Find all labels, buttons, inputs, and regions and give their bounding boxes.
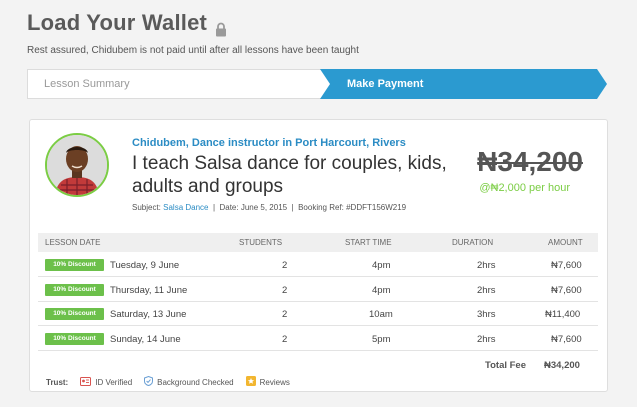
amount: ₦7,600 [551,260,582,271]
trust-id-verified-label: ID Verified [95,377,133,387]
table-row: 10% Discount Sunday, 14 June 2 5pm 2hrs … [38,327,598,351]
lesson-date: Saturday, 13 June [110,309,187,320]
start-time: 5pm [372,334,391,345]
step-make-payment[interactable]: Make Payment [320,69,607,99]
subject-link[interactable]: Salsa Dance [163,203,208,212]
page-subtitle: Rest assured, Chidubem is not paid until… [27,45,359,56]
amount: ₦7,600 [551,285,582,296]
trust-reviews[interactable]: Reviews [245,376,290,388]
step-make-payment-label: Make Payment [347,78,424,90]
table-header: LESSON DATE STUDENTS START TIME DURATION… [38,233,598,252]
lesson-date: Tuesday, 9 June [110,260,180,271]
col-start-time: START TIME [345,238,392,247]
checkout-stepper: Lesson Summary Make Payment [27,69,607,99]
total-fee-label: Total Fee [485,360,526,371]
trust-label: Trust: [46,377,69,387]
reviews-icon [245,376,256,388]
hourly-rate: @₦2,000 per hour [479,182,570,194]
amount: ₦11,400 [545,309,581,320]
subject-label: Subject: [132,203,161,212]
discount-badge: 10% Discount [45,284,104,296]
booking-date: Date: June 5, 2015 [219,203,288,212]
lesson-date: Thursday, 11 June [110,285,188,296]
col-students: STUDENTS [239,238,283,247]
page-title: Load Your Wallet [27,10,227,36]
shield-check-icon [144,375,154,388]
students: 2 [282,309,288,320]
start-time: 4pm [372,260,391,271]
duration: 2hrs [477,260,496,271]
id-card-icon [80,376,92,388]
total-price: ₦34,200 [477,146,583,177]
step-lesson-summary[interactable]: Lesson Summary [27,69,367,99]
table-row: 10% Discount Tuesday, 9 June 2 4pm 2hrs … [38,253,598,277]
trust-background-checked: Background Checked [144,375,234,388]
total-fee-row: Total Fee ₦34,200 [38,358,598,374]
amount: ₦7,600 [551,334,582,345]
lesson-title: I teach Salsa dance for couples, kids, a… [132,153,447,197]
start-time: 4pm [372,285,391,296]
duration: 2hrs [477,334,496,345]
avatar [45,133,109,197]
lock-icon [215,17,227,36]
trust-background-checked-label: Background Checked [157,377,234,387]
duration: 2hrs [477,285,496,296]
trust-reviews-label: Reviews [259,377,290,387]
booking-ref: Booking Ref: #DDFT156W219 [298,203,407,212]
total-fee-value: ₦34,200 [544,360,580,371]
table-row: 10% Discount Saturday, 13 June 2 10am 3h… [38,302,598,326]
lesson-date: Sunday, 14 June [110,334,181,345]
booking-meta: Subject: Salsa Dance | Date: June 5, 201… [132,203,406,212]
discount-badge: 10% Discount [45,308,104,320]
students: 2 [282,260,288,271]
page-title-text: Load Your Wallet [27,10,208,35]
step-lesson-summary-label: Lesson Summary [44,78,130,90]
table-row: 10% Discount Thursday, 11 June 2 4pm 2hr… [38,278,598,302]
col-lesson-date: LESSON DATE [45,238,101,247]
trust-id-verified: ID Verified [80,376,133,388]
tutor-name[interactable]: Chidubem, Dance instructor in Port Harco… [132,137,406,149]
duration: 3hrs [477,309,496,320]
students: 2 [282,334,288,345]
students: 2 [282,285,288,296]
booking-card: Chidubem, Dance instructor in Port Harco… [29,119,608,392]
col-amount: AMOUNT [548,238,583,247]
discount-badge: 10% Discount [45,259,104,271]
start-time: 10am [369,309,393,320]
trust-bar: Trust: ID Verified Background Checked Re… [46,375,302,388]
discount-badge: 10% Discount [45,333,104,345]
col-duration: DURATION [452,238,494,247]
meta-separator: | [289,203,299,212]
